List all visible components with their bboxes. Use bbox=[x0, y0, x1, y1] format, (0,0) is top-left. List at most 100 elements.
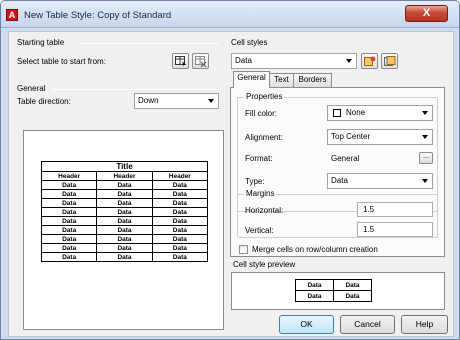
title-bar[interactable]: A New Table Style: Copy of Standard X bbox=[1, 1, 459, 28]
preview-data-cell: Data bbox=[151, 180, 209, 190]
select-table-button[interactable] bbox=[172, 53, 189, 69]
type-value: Data bbox=[331, 176, 348, 185]
tab-general[interactable]: General bbox=[233, 71, 270, 88]
remove-table-button[interactable] bbox=[192, 53, 209, 69]
preview-data-cell: Data bbox=[96, 225, 153, 235]
separator bbox=[79, 43, 219, 44]
cell-style-preview-label: Cell style preview bbox=[233, 260, 296, 269]
general-tab-panel: Properties Fill color: None Alignment: T… bbox=[230, 87, 445, 257]
preview-header-cell: Header bbox=[96, 171, 153, 181]
preview-data-cell: Data bbox=[96, 198, 153, 208]
style-preview-cell: Data bbox=[295, 279, 334, 291]
preview-data-cell: Data bbox=[96, 207, 153, 217]
window-title: New Table Style: Copy of Standard bbox=[24, 10, 172, 21]
alignment-label: Alignment: bbox=[245, 133, 283, 142]
dialog-body: Starting table Select table to start fro… bbox=[8, 31, 454, 337]
create-cell-style-button[interactable] bbox=[361, 53, 378, 69]
preview-data-cell: Data bbox=[151, 207, 209, 217]
format-browse-button[interactable]: ... bbox=[419, 152, 433, 164]
preview-data-cell: Data bbox=[40, 189, 98, 199]
ok-button[interactable]: OK bbox=[279, 315, 334, 334]
merge-cells-checkbox[interactable] bbox=[239, 245, 248, 254]
type-select[interactable]: Data bbox=[327, 173, 433, 189]
table-direction-label: Table direction: bbox=[17, 97, 71, 106]
table-direction-select[interactable]: Down bbox=[134, 93, 219, 109]
preview-data-cell: Data bbox=[96, 252, 153, 262]
select-table-label: Select table to start from: bbox=[17, 57, 106, 66]
dialog-window: A New Table Style: Copy of Standard X St… bbox=[0, 0, 460, 340]
preview-data-cell: Data bbox=[40, 243, 98, 253]
preview-data-cell: Data bbox=[96, 216, 153, 226]
fill-color-select[interactable]: None bbox=[327, 105, 433, 121]
margins-group-label: Margins bbox=[244, 189, 277, 198]
merge-cells-label: Merge cells on row/column creation bbox=[252, 245, 378, 254]
style-preview-cell: Data bbox=[333, 290, 372, 302]
chevron-down-icon bbox=[208, 99, 214, 103]
table-direction-value: Down bbox=[138, 96, 159, 105]
tab-text[interactable]: Text bbox=[269, 73, 294, 87]
fill-color-label: Fill color: bbox=[245, 109, 278, 118]
preview-data-cell: Data bbox=[40, 225, 98, 235]
format-label: Format: bbox=[245, 154, 273, 163]
preview-row: Data Data Data bbox=[40, 216, 209, 226]
preview-data-cell: Data bbox=[151, 225, 209, 235]
properties-group-label: Properties bbox=[244, 92, 285, 101]
vertical-margin-label: Vertical: bbox=[245, 226, 274, 235]
preview-data-cell: Data bbox=[96, 243, 153, 253]
preview-header-cell: Header bbox=[40, 171, 98, 181]
starting-table-group-label: Starting table bbox=[17, 38, 67, 47]
fill-color-value: None bbox=[346, 108, 366, 117]
horizontal-margin-label: Horizontal: bbox=[245, 206, 284, 215]
style-preview-cell: Data bbox=[333, 279, 372, 291]
preview-data-cell: Data bbox=[40, 234, 98, 244]
table-select-icon bbox=[175, 56, 186, 67]
chevron-down-icon bbox=[422, 111, 428, 115]
preview-title-cell: Title bbox=[41, 161, 208, 172]
preview-data-cell: Data bbox=[40, 207, 98, 217]
preview-table: Title Header Header Header Data Data Dat… bbox=[40, 161, 209, 262]
preview-data-cell: Data bbox=[151, 243, 209, 253]
cancel-button[interactable]: Cancel bbox=[340, 315, 395, 334]
close-button[interactable]: X bbox=[405, 5, 448, 22]
manage-cell-styles-button[interactable] bbox=[381, 53, 398, 69]
cell-style-preview-table: Data Data Data Data bbox=[295, 279, 372, 302]
preview-data-cell: Data bbox=[96, 180, 153, 190]
preview-row: Data Data Data bbox=[40, 234, 209, 244]
preview-row: Data Data Data bbox=[40, 198, 209, 208]
horizontal-margin-input[interactable]: 1.5 bbox=[357, 202, 433, 217]
preview-row: Data Data Data bbox=[40, 252, 209, 262]
preview-data-cell: Data bbox=[96, 189, 153, 199]
type-label: Type: bbox=[245, 177, 265, 186]
format-value: General bbox=[331, 154, 360, 163]
preview-row: Data Data Data bbox=[40, 207, 209, 217]
chevron-down-icon bbox=[346, 59, 352, 63]
preview-data-cell: Data bbox=[151, 216, 209, 226]
preview-header-cell: Header bbox=[151, 171, 209, 181]
tab-borders[interactable]: Borders bbox=[293, 73, 332, 87]
general-group-label: General bbox=[17, 84, 48, 93]
preview-row: Data Data Data bbox=[40, 180, 209, 190]
cell-styles-label: Cell styles bbox=[231, 38, 268, 47]
chevron-down-icon bbox=[422, 179, 428, 183]
alignment-select[interactable]: Top Center bbox=[327, 129, 433, 145]
chevron-down-icon bbox=[422, 135, 428, 139]
help-button[interactable]: Help bbox=[401, 315, 448, 334]
preview-row: Data Data Data bbox=[40, 189, 209, 199]
preview-data-cell: Data bbox=[40, 216, 98, 226]
cell-style-preview: Data Data Data Data bbox=[231, 272, 445, 310]
preview-data-cell: Data bbox=[151, 198, 209, 208]
preview-row: Data Data Data bbox=[40, 225, 209, 235]
preview-row: Data Data Data bbox=[40, 243, 209, 253]
preview-data-cell: Data bbox=[40, 198, 98, 208]
table-remove-icon bbox=[195, 56, 207, 67]
preview-data-cell: Data bbox=[151, 189, 209, 199]
color-swatch-icon bbox=[333, 109, 341, 117]
preview-data-cell: Data bbox=[40, 252, 98, 262]
cell-style-select[interactable]: Data bbox=[231, 53, 357, 69]
vertical-margin-input[interactable]: 1.5 bbox=[357, 222, 433, 237]
manage-styles-icon bbox=[384, 56, 396, 66]
preview-data-cell: Data bbox=[40, 180, 98, 190]
preview-data-cell: Data bbox=[96, 234, 153, 244]
table-preview: Title Header Header Header Data Data Dat… bbox=[23, 130, 224, 330]
autocad-app-icon: A bbox=[6, 9, 18, 21]
